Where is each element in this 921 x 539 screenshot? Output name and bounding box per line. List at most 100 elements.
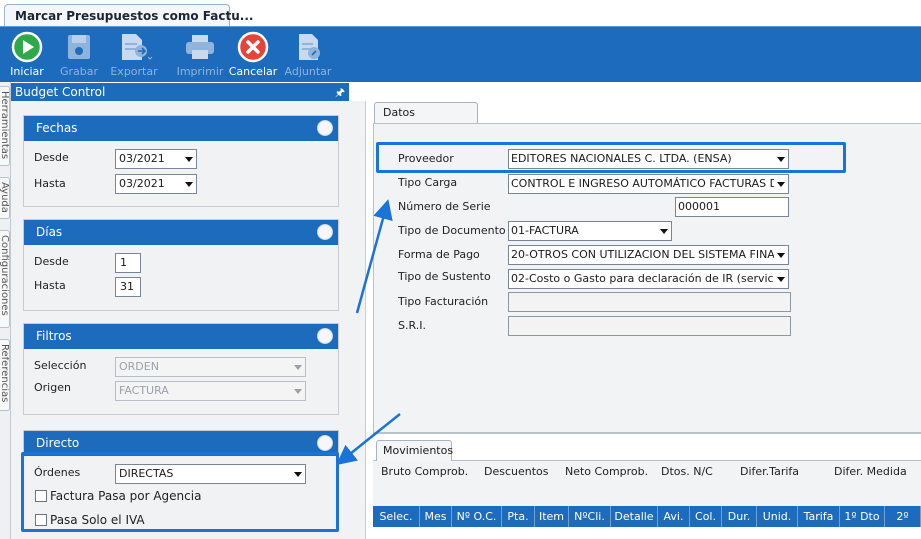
seleccion-value: ORDEN [119, 360, 159, 373]
attach-icon [299, 34, 320, 60]
column-header[interactable]: Nº O.C. [452, 506, 502, 527]
collapse-icon[interactable] [317, 120, 333, 136]
tipo-carga-value: CONTROL E INGRESO AUTOMÁTICO FACTURAS DE… [511, 177, 788, 190]
difer-medida-label: Difer. Medida [834, 465, 907, 478]
tipo-carga-select[interactable]: CONTROL E INGRESO AUTOMÁTICO FACTURAS DE… [508, 174, 789, 194]
tipo-documento-select[interactable]: 01-FACTURA [508, 221, 672, 241]
chevron-down-icon [294, 472, 302, 477]
numero-serie-label: Número de Serie [398, 200, 491, 213]
imprimir-label: Imprimir [176, 65, 224, 78]
side-tab-configuraciones[interactable]: Configuraciones [0, 230, 10, 328]
column-header[interactable]: 1º Dto [840, 506, 885, 527]
export-icon [122, 34, 153, 60]
chevron-down-icon [777, 253, 785, 258]
chevron-down-icon [777, 157, 785, 162]
column-header[interactable]: Avi. [658, 506, 690, 527]
printer-icon [186, 35, 214, 59]
column-header[interactable]: Col. [690, 506, 722, 527]
side-tab-label: Ayuda [0, 182, 10, 213]
sri-label: S.R.I. [398, 319, 426, 332]
column-header[interactable]: 2º [885, 506, 921, 527]
factura-agencia-checkbox[interactable] [35, 490, 47, 502]
grabar-button[interactable]: Grabar [49, 29, 109, 81]
bruto-comprob-label: Bruto Comprob. [381, 465, 469, 478]
origen-label: Origen [34, 381, 71, 394]
document-tab[interactable]: Marcar Presupuestos como Factu... [4, 4, 253, 26]
seleccion-select[interactable]: ORDEN [115, 357, 306, 377]
exportar-label: Exportar [110, 65, 158, 78]
column-header[interactable]: Dur. [722, 506, 757, 527]
tipo-sustento-select[interactable]: 02-Costo o Gasto para declaración de IR … [508, 269, 789, 289]
pin-icon[interactable]: 🖈 [335, 84, 345, 102]
chevron-down-icon [777, 277, 785, 282]
fechas-desde-label: Desde [34, 151, 69, 164]
column-header[interactable]: Selec. [373, 506, 420, 527]
tab-datos-principales[interactable]: Datos Principales [374, 102, 478, 139]
origen-value: FACTURA [119, 384, 169, 397]
column-header[interactable]: Tarifa [798, 506, 840, 527]
movimientos-grid-body[interactable] [373, 527, 921, 539]
fechas-title: Fechas [36, 121, 78, 135]
document-tab-title: Marcar Presupuestos como Factu... [15, 8, 254, 23]
filtros-title: Filtros [36, 329, 72, 343]
column-header[interactable]: NºCli. [569, 506, 611, 527]
column-header[interactable]: Item [535, 506, 569, 527]
cancelar-label: Cancelar [228, 65, 278, 78]
neto-comprob-label: Neto Comprob. [565, 465, 649, 478]
column-header[interactable]: Detalle [611, 506, 658, 527]
proveedor-value: EDITORES NACIONALES C. LTDA. (ENSA) [511, 152, 732, 165]
adjuntar-label: Adjuntar [284, 65, 332, 78]
dias-group: Días [23, 219, 339, 311]
dias-hasta-label: Hasta [34, 279, 66, 292]
budget-control-title: Budget Control [15, 85, 106, 99]
side-tab-herramientas[interactable]: Herramientas [0, 86, 10, 166]
ordenes-value: DIRECTAS [119, 467, 174, 480]
imprimir-button[interactable]: Imprimir [170, 29, 230, 81]
side-tab-ayuda[interactable]: Ayuda [0, 177, 10, 219]
dias-desde-input[interactable]: 1 [115, 253, 141, 273]
proveedor-select[interactable]: EDITORES NACIONALES C. LTDA. (ENSA) [508, 149, 789, 169]
filtros-header: Filtros [24, 324, 338, 349]
tipo-documento-label: Tipo de Documento [398, 224, 506, 237]
column-header[interactable]: Mes [420, 506, 452, 527]
movimientos-grid-header: Selec. Mes Nº O.C. Pta. Item NºCli. Deta… [373, 506, 921, 527]
tab-movimientos[interactable]: Movimientos [376, 440, 453, 461]
column-header[interactable]: Pta. [502, 506, 535, 527]
side-tab-referencias[interactable]: Referencias [0, 339, 10, 411]
save-icon [68, 35, 90, 59]
chevron-down-icon [185, 157, 193, 162]
dtos-nc-label: Dtos. N/C [661, 465, 713, 478]
fechas-hasta-value: 03/2021 [119, 177, 165, 190]
side-tab-label: Herramientas [0, 91, 10, 160]
collapse-icon[interactable] [317, 435, 333, 451]
collapse-icon[interactable] [317, 224, 333, 240]
fechas-desde-select[interactable]: 03/2021 [115, 149, 197, 169]
fechas-hasta-select[interactable]: 03/2021 [115, 174, 197, 194]
chevron-down-icon [660, 229, 668, 234]
solo-iva-label: Pasa Solo el IVA [50, 513, 145, 527]
seleccion-label: Selección [34, 359, 87, 372]
column-header[interactable]: Unid. [757, 506, 798, 527]
factura-agencia-label: Factura Pasa por Agencia [50, 489, 202, 503]
origen-select[interactable]: FACTURA [115, 381, 306, 401]
collapse-icon[interactable] [317, 328, 333, 344]
ordenes-select[interactable]: DIRECTAS [115, 464, 306, 484]
dias-title: Días [36, 225, 63, 239]
dias-desde-label: Desde [34, 255, 69, 268]
solo-iva-checkbox[interactable] [35, 514, 47, 526]
tipo-carga-label: Tipo Carga [398, 176, 458, 189]
forma-pago-select[interactable]: 20-OTROS CON UTILIZACION DEL SISTEMA FIN… [508, 245, 789, 265]
cancelar-button[interactable]: Cancelar [223, 29, 283, 81]
sri-field [508, 316, 791, 336]
budget-control-header: Budget Control 🖈 [11, 83, 349, 101]
window-tab-bar: Marcar Presupuestos como Factu... [0, 0, 921, 26]
tipo-documento-value: 01-FACTURA [511, 224, 579, 237]
dias-hasta-input[interactable]: 31 [115, 277, 141, 297]
forma-pago-label: Forma de Pago [398, 248, 480, 261]
cancel-icon [237, 31, 269, 63]
numero-serie-input[interactable]: 000001 [675, 197, 789, 217]
side-tab-label: Configuraciones [0, 235, 10, 316]
side-tab-label: Referencias [0, 344, 10, 403]
adjuntar-button[interactable]: Adjuntar [278, 29, 338, 81]
exportar-button[interactable]: Exportar [104, 29, 164, 81]
